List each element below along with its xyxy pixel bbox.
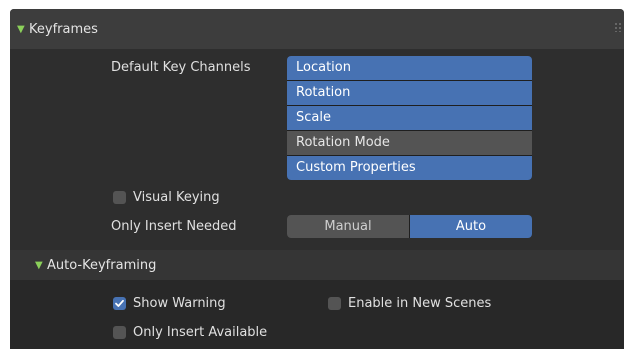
only-insert-available-label: Only Insert Available — [133, 325, 268, 340]
show-warning-toggle[interactable]: Show Warning — [113, 296, 226, 311]
checkmark-icon — [115, 299, 124, 307]
channel-scale[interactable]: Scale — [287, 106, 532, 130]
visual-keying-checkbox[interactable] — [113, 191, 126, 204]
auto-keyframing-subpanel-header[interactable]: ▼ Auto-Keyframing — [10, 250, 624, 280]
default-key-channels-label: Default Key Channels — [111, 60, 251, 75]
default-key-channels-list: Location Rotation Scale Rotation Mode Cu… — [287, 56, 532, 180]
auto-keyframing-body: Show Warning Enable in New Scenes Only I… — [10, 280, 624, 349]
channel-location[interactable]: Location — [287, 56, 532, 80]
preferences-animation-area: ▼ Keyframes Default Key Channels Locatio… — [10, 9, 624, 349]
visual-keying-label: Visual Keying — [133, 190, 220, 205]
option-auto[interactable]: Auto — [410, 215, 532, 238]
only-insert-available-toggle[interactable]: Only Insert Available — [113, 325, 267, 340]
show-warning-checkbox[interactable] — [113, 297, 126, 310]
triangle-down-icon: ▼ — [35, 259, 43, 271]
channel-rotation-mode[interactable]: Rotation Mode — [287, 131, 532, 155]
auto-keyframing-title: Auto-Keyframing — [47, 257, 157, 273]
only-insert-available-checkbox[interactable] — [113, 326, 126, 339]
triangle-down-icon: ▼ — [17, 23, 25, 35]
keyframes-panel-title: Keyframes — [29, 21, 98, 37]
option-manual[interactable]: Manual — [287, 215, 409, 238]
show-warning-label: Show Warning — [133, 296, 226, 311]
only-insert-needed-switch: Manual Auto — [287, 215, 532, 238]
channel-rotation[interactable]: Rotation — [287, 81, 532, 105]
drag-handle-icon[interactable] — [614, 22, 622, 32]
channel-custom-properties[interactable]: Custom Properties — [287, 156, 532, 180]
enable-in-new-scenes-label: Enable in New Scenes — [348, 296, 492, 311]
enable-in-new-scenes-checkbox[interactable] — [328, 297, 341, 310]
keyframes-panel-header[interactable]: ▼ Keyframes — [10, 9, 624, 49]
only-insert-needed-label: Only Insert Needed — [111, 219, 237, 234]
visual-keying-toggle[interactable]: Visual Keying — [113, 190, 220, 205]
enable-in-new-scenes-toggle[interactable]: Enable in New Scenes — [328, 296, 491, 311]
